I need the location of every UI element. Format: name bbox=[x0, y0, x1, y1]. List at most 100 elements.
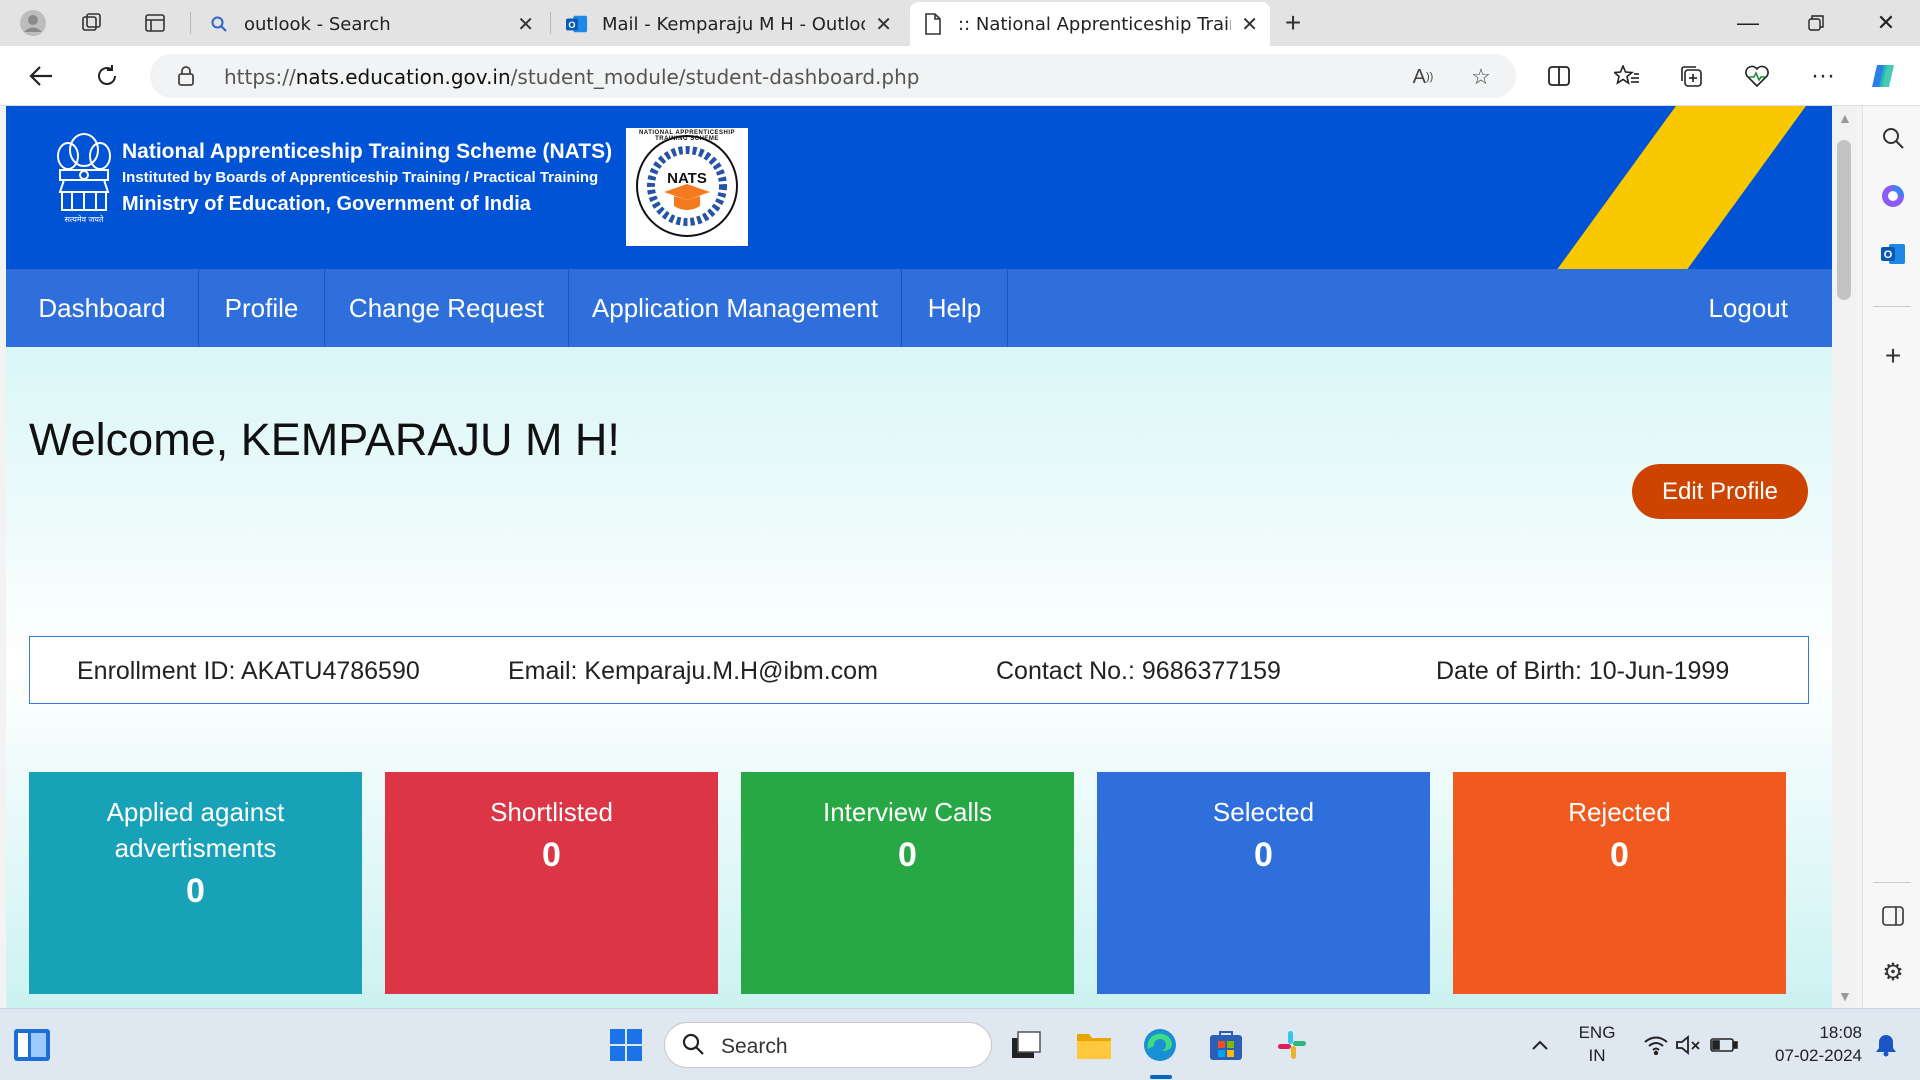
tab-title: :: National Apprenticeship Training Sche… bbox=[958, 13, 1231, 35]
tab-actions-icon[interactable] bbox=[140, 8, 170, 38]
site-title: National Apprenticeship Training Scheme … bbox=[122, 140, 613, 163]
url-text[interactable]: https://nats.education.gov.in/student_mo… bbox=[224, 65, 919, 89]
system-clock[interactable]: 18:08 07-02-2024 bbox=[1752, 1021, 1862, 1067]
task-view-widget-icon[interactable] bbox=[12, 1025, 52, 1065]
outlook-sidebar-icon[interactable]: O bbox=[1879, 240, 1907, 268]
edge-browser-icon[interactable] bbox=[1140, 1025, 1180, 1065]
minimize-icon[interactable]: — bbox=[1728, 8, 1768, 38]
taskbar-search[interactable]: Search bbox=[664, 1022, 992, 1068]
card-selected[interactable]: Selected 0 bbox=[1097, 772, 1430, 994]
profile-avatar-icon[interactable] bbox=[18, 8, 48, 38]
date-of-birth: Date of Birth: 10-Jun-1999 bbox=[1436, 657, 1730, 685]
tab-outlook-search[interactable]: outlook - Search ✕ bbox=[196, 2, 546, 46]
tab-nats[interactable]: :: National Apprenticeship Training Sche… bbox=[910, 2, 1270, 46]
logout-link[interactable]: Logout bbox=[1708, 269, 1788, 347]
edge-sidebar: O + ⚙ bbox=[1862, 106, 1920, 1008]
site-title-block: National Apprenticeship Training Scheme … bbox=[122, 140, 612, 216]
contact-number: Contact No.: 9686377159 bbox=[996, 657, 1281, 685]
site-subtitle: Instituted by Boards of Apprenticeship T… bbox=[122, 169, 599, 186]
scroll-thumb[interactable] bbox=[1837, 140, 1851, 300]
card-label: Shortlisted bbox=[490, 797, 613, 827]
windows-start-icon[interactable] bbox=[606, 1025, 646, 1065]
lang-code: ENG bbox=[1578, 1023, 1616, 1042]
lang-region: IN bbox=[1588, 1046, 1606, 1065]
tab-title: Mail - Kemparaju M H - Outlook bbox=[602, 13, 866, 35]
window-close-icon[interactable]: ✕ bbox=[1866, 8, 1906, 38]
state-emblem-icon: सत्यमेव जयते bbox=[50, 128, 118, 232]
copilot-icon[interactable] bbox=[1866, 59, 1900, 93]
browser-essentials-icon[interactable] bbox=[1740, 59, 1774, 93]
card-interview-calls[interactable]: Interview Calls 0 bbox=[741, 772, 1074, 994]
settings-gear-icon[interactable]: ⚙ bbox=[1879, 958, 1907, 986]
tab-divider bbox=[190, 12, 191, 34]
email: Email: Kemparaju.M.H@ibm.com bbox=[508, 657, 878, 685]
close-icon[interactable]: ✕ bbox=[517, 12, 534, 36]
new-tab-icon[interactable]: + bbox=[1278, 7, 1308, 38]
svg-text:O: O bbox=[1884, 249, 1893, 261]
tab-outlook-mail[interactable]: O Mail - Kemparaju M H - Outlook ✕ bbox=[554, 2, 904, 46]
search-icon[interactable] bbox=[1879, 124, 1907, 152]
task-view-icon[interactable] bbox=[1006, 1025, 1046, 1065]
lock-icon[interactable] bbox=[176, 65, 198, 87]
card-applied[interactable]: Applied against advertisments 0 bbox=[29, 772, 362, 994]
url-path: /student_module/student-dashboard.php bbox=[510, 65, 920, 89]
hide-sidebar-icon[interactable] bbox=[1879, 902, 1907, 930]
file-explorer-icon[interactable] bbox=[1074, 1025, 1114, 1065]
card-label: Applied against advertisments bbox=[106, 797, 285, 863]
card-rejected[interactable]: Rejected 0 bbox=[1453, 772, 1786, 994]
workspaces-icon[interactable] bbox=[77, 8, 107, 38]
browser-toolbar: https://nats.education.gov.in/student_mo… bbox=[0, 46, 1920, 106]
close-icon[interactable]: ✕ bbox=[875, 12, 892, 36]
battery-icon[interactable] bbox=[1704, 1025, 1744, 1065]
notification-bell-icon[interactable] bbox=[1866, 1025, 1906, 1065]
card-count: 0 bbox=[1610, 836, 1629, 874]
windows-taskbar: Search ENG IN 18:08 07-02-2024 bbox=[0, 1008, 1920, 1080]
clock-date: 07-02-2024 bbox=[1775, 1046, 1862, 1065]
nav-dashboard[interactable]: Dashboard bbox=[6, 269, 199, 347]
card-count: 0 bbox=[542, 836, 561, 874]
card-count: 0 bbox=[186, 872, 205, 910]
clock-time: 18:08 bbox=[1819, 1023, 1862, 1042]
outlook-icon: O bbox=[566, 13, 588, 35]
url-scheme: https:// bbox=[224, 65, 296, 89]
card-label: Interview Calls bbox=[822, 797, 993, 827]
nav-help[interactable]: Help bbox=[902, 269, 1008, 347]
add-sidebar-app-icon[interactable]: + bbox=[1879, 340, 1907, 371]
microsoft-store-icon[interactable] bbox=[1206, 1025, 1246, 1065]
favorite-star-icon[interactable]: ☆ bbox=[1468, 64, 1494, 90]
nav-change-request[interactable]: Change Request bbox=[325, 269, 569, 347]
welcome-heading: Welcome, KEMPARAJU M H! bbox=[29, 414, 620, 465]
favorites-icon[interactable] bbox=[1610, 59, 1644, 93]
back-icon[interactable] bbox=[24, 59, 58, 93]
nats-logo-ring-text: NATIONAL APPRENTICESHIP TRAINING SCHEME bbox=[638, 130, 736, 142]
nav-profile[interactable]: Profile bbox=[199, 269, 325, 347]
page-scrollbar[interactable]: ▲ ▼ bbox=[1832, 106, 1856, 1008]
copilot-sidebar-icon[interactable] bbox=[1879, 182, 1907, 210]
collections-icon[interactable] bbox=[1674, 59, 1708, 93]
close-icon[interactable]: ✕ bbox=[1241, 12, 1258, 36]
restore-icon[interactable] bbox=[1796, 8, 1836, 38]
input-language[interactable]: ENG IN bbox=[1572, 1021, 1622, 1067]
edit-profile-button[interactable]: Edit Profile bbox=[1632, 464, 1808, 519]
nav-application-management[interactable]: Application Management bbox=[569, 269, 902, 347]
volume-muted-icon[interactable] bbox=[1668, 1025, 1708, 1065]
card-label: Selected bbox=[1212, 797, 1315, 827]
scroll-up-icon[interactable]: ▲ bbox=[1838, 110, 1852, 126]
search-icon bbox=[681, 1032, 705, 1063]
read-aloud-icon[interactable]: A)) bbox=[1410, 64, 1436, 90]
scroll-down-icon[interactable]: ▼ bbox=[1838, 988, 1852, 1004]
address-bar[interactable]: https://nats.education.gov.in/student_mo… bbox=[150, 54, 1516, 98]
card-label: Rejected bbox=[1568, 797, 1671, 827]
card-shortlisted[interactable]: Shortlisted 0 bbox=[385, 772, 718, 994]
tab-title: outlook - Search bbox=[244, 13, 391, 35]
sidebar-divider bbox=[1873, 306, 1911, 307]
card-count: 0 bbox=[898, 836, 917, 874]
show-hidden-icons-chevron-icon[interactable] bbox=[1520, 1025, 1560, 1065]
card-count: 0 bbox=[1254, 836, 1273, 874]
student-info-box: Enrollment ID: AKATU4786590 Email: Kempa… bbox=[29, 636, 1809, 704]
more-menu-icon[interactable]: ··· bbox=[1806, 59, 1840, 93]
page-icon bbox=[922, 13, 944, 35]
slack-icon[interactable] bbox=[1272, 1025, 1312, 1065]
split-screen-icon[interactable] bbox=[1542, 59, 1576, 93]
refresh-icon[interactable] bbox=[90, 59, 124, 93]
